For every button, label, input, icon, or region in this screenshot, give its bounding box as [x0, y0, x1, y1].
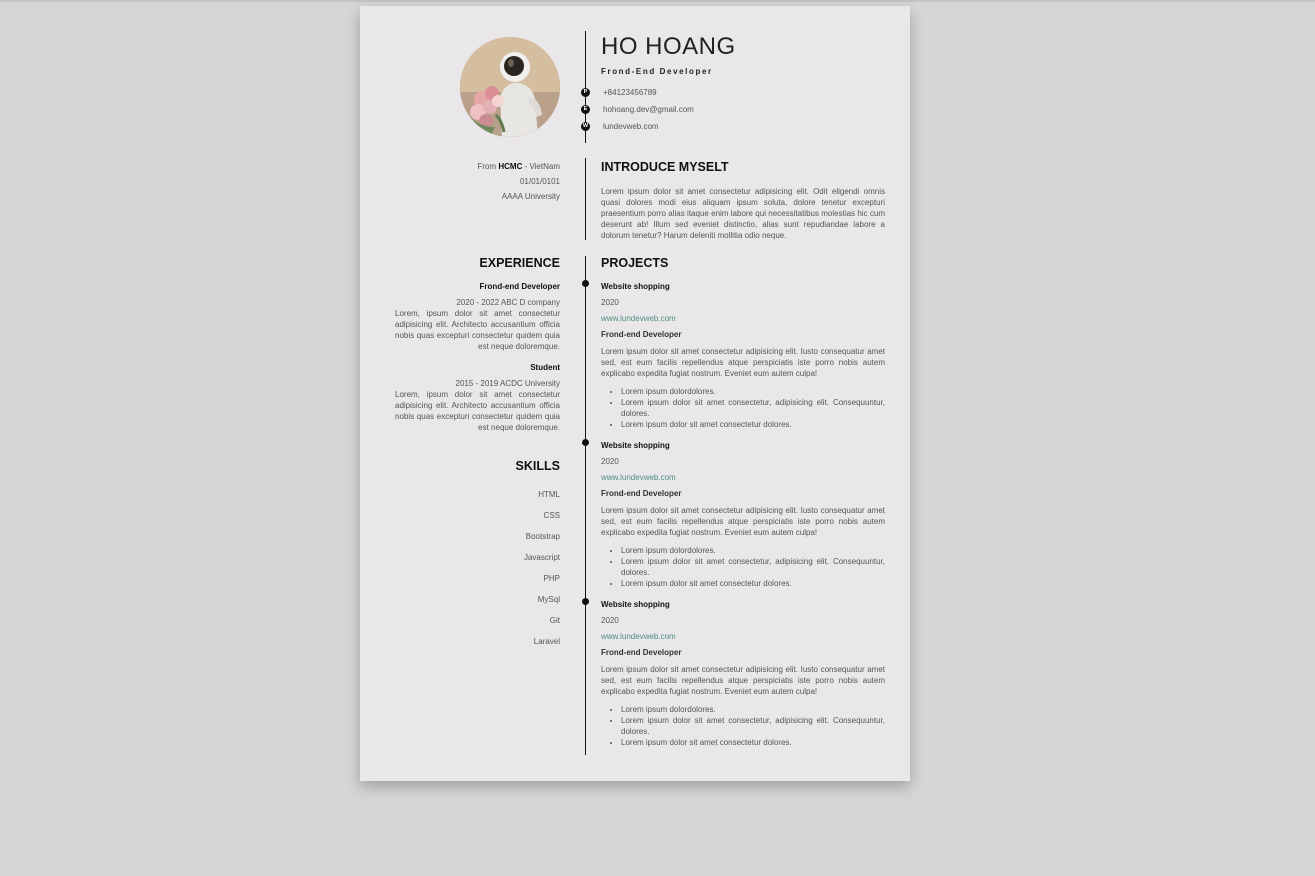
info-origin: From HCMC - VietNam [477, 162, 560, 171]
page-top-border [0, 0, 1315, 2]
timeline-line-intro [585, 158, 586, 240]
info-birthday: 01/01/0101 [519, 177, 560, 186]
info-city: HCMC [498, 162, 523, 171]
experience-desc: Lorem, ipsum dolor sit amet consectetur … [395, 309, 560, 351]
candidate-name: HO HOANG [601, 33, 736, 60]
list-item: Lorem ipsum dolor sit amet consectetur, … [621, 715, 885, 737]
project-desc: Lorem ipsum dolor sit amet consectetur a… [601, 347, 885, 378]
list-item: Lorem ipsum dolor sit amet consectetur, … [621, 397, 885, 419]
cv-paper: HO HOANG Frond-End Developer P +84123456… [360, 6, 910, 781]
project-desc: Lorem ipsum dolor sit amet consectetur a… [601, 506, 885, 537]
skill-item: Bootstrap [525, 532, 560, 541]
project-item: Website shopping 2020 www.lundevweb.com … [601, 441, 885, 589]
contact-email[interactable]: hohoang.dev@gmail.com [603, 105, 694, 114]
project-role: Frond-end Developer [601, 489, 682, 498]
project-year: 2020 [601, 457, 619, 466]
experience-title: Frond-end Developer [479, 282, 560, 291]
info-school: AAAA University [501, 192, 560, 201]
info-from-label: From [477, 162, 497, 171]
avatar [460, 37, 560, 137]
list-item: Lorem ipsum dolordolores. [621, 386, 885, 397]
contact-website[interactable]: lundevweb.com [603, 122, 659, 131]
project-bullets: Lorem ipsum dolordolores. Lorem ipsum do… [601, 386, 885, 430]
list-item: Lorem ipsum dolor sit amet consectetur d… [621, 419, 885, 430]
project-role: Frond-end Developer [601, 330, 682, 339]
experience-item: Frond-end Developer 2020 - 2022 ABC D co… [395, 282, 560, 352]
project-name: Website shopping [601, 282, 670, 291]
list-item: Lorem ipsum dolordolores. [621, 704, 885, 715]
project-role: Frond-end Developer [601, 648, 682, 657]
timeline-line-projects [585, 256, 586, 755]
astronaut-photo-icon [460, 37, 560, 137]
project-link[interactable]: www.lundevweb.com [601, 473, 885, 489]
experience-date: 2015 - 2019 ACDC University [455, 379, 561, 388]
skill-item: Laravel [533, 637, 560, 646]
experience-desc: Lorem, ipsum dolor sit amet consectetur … [395, 390, 560, 432]
list-item: Lorem ipsum dolor sit amet consectetur, … [621, 556, 885, 578]
project-desc: Lorem ipsum dolor sit amet consectetur a… [601, 665, 885, 696]
project-name: Website shopping [601, 441, 670, 450]
list-item: Lorem ipsum dolordolores. [621, 545, 885, 556]
project-year: 2020 [601, 298, 619, 307]
project-year: 2020 [601, 616, 619, 625]
skills-heading: SKILLS [515, 459, 560, 473]
list-item: Lorem ipsum dolor sit amet consectetur d… [621, 737, 885, 748]
intro-text: Lorem ipsum dolor sit amet consectetur a… [601, 187, 885, 240]
email-icon: E [581, 105, 590, 114]
skill-item: HTML [538, 490, 560, 499]
timeline-dot [582, 280, 589, 287]
experience-title: Student [530, 363, 560, 372]
skill-item: CSS [543, 511, 560, 520]
contact-phone: +84123456789 [603, 88, 657, 97]
project-bullets: Lorem ipsum dolordolores. Lorem ipsum do… [601, 704, 885, 748]
skill-item: Git [549, 616, 560, 625]
intro-heading: INTRODUCE MYSELT [601, 160, 729, 174]
project-link[interactable]: www.lundevweb.com [601, 314, 885, 330]
timeline-dot [582, 439, 589, 446]
skill-item: MySql [537, 595, 560, 604]
experience-heading: EXPERIENCE [479, 256, 560, 270]
skill-item: Javascript [523, 553, 560, 562]
project-item: Website shopping 2020 www.lundevweb.com … [601, 282, 885, 430]
project-item: Website shopping 2020 www.lundevweb.com … [601, 600, 885, 748]
experience-item: Student 2015 - 2019 ACDC University Lore… [395, 363, 560, 433]
info-country: - VietNam [524, 162, 560, 171]
list-item: Lorem ipsum dolor sit amet consectetur d… [621, 578, 885, 589]
job-title: Frond-End Developer [601, 67, 713, 76]
project-name: Website shopping [601, 600, 670, 609]
website-icon: W [581, 122, 590, 131]
projects-heading: PROJECTS [601, 256, 669, 270]
project-link[interactable]: www.lundevweb.com [601, 632, 885, 648]
project-bullets: Lorem ipsum dolordolores. Lorem ipsum do… [601, 545, 885, 589]
timeline-dot [582, 598, 589, 605]
skill-item: PHP [543, 574, 560, 583]
experience-date: 2020 - 2022 ABC D company [456, 298, 560, 307]
phone-icon: P [581, 88, 590, 97]
